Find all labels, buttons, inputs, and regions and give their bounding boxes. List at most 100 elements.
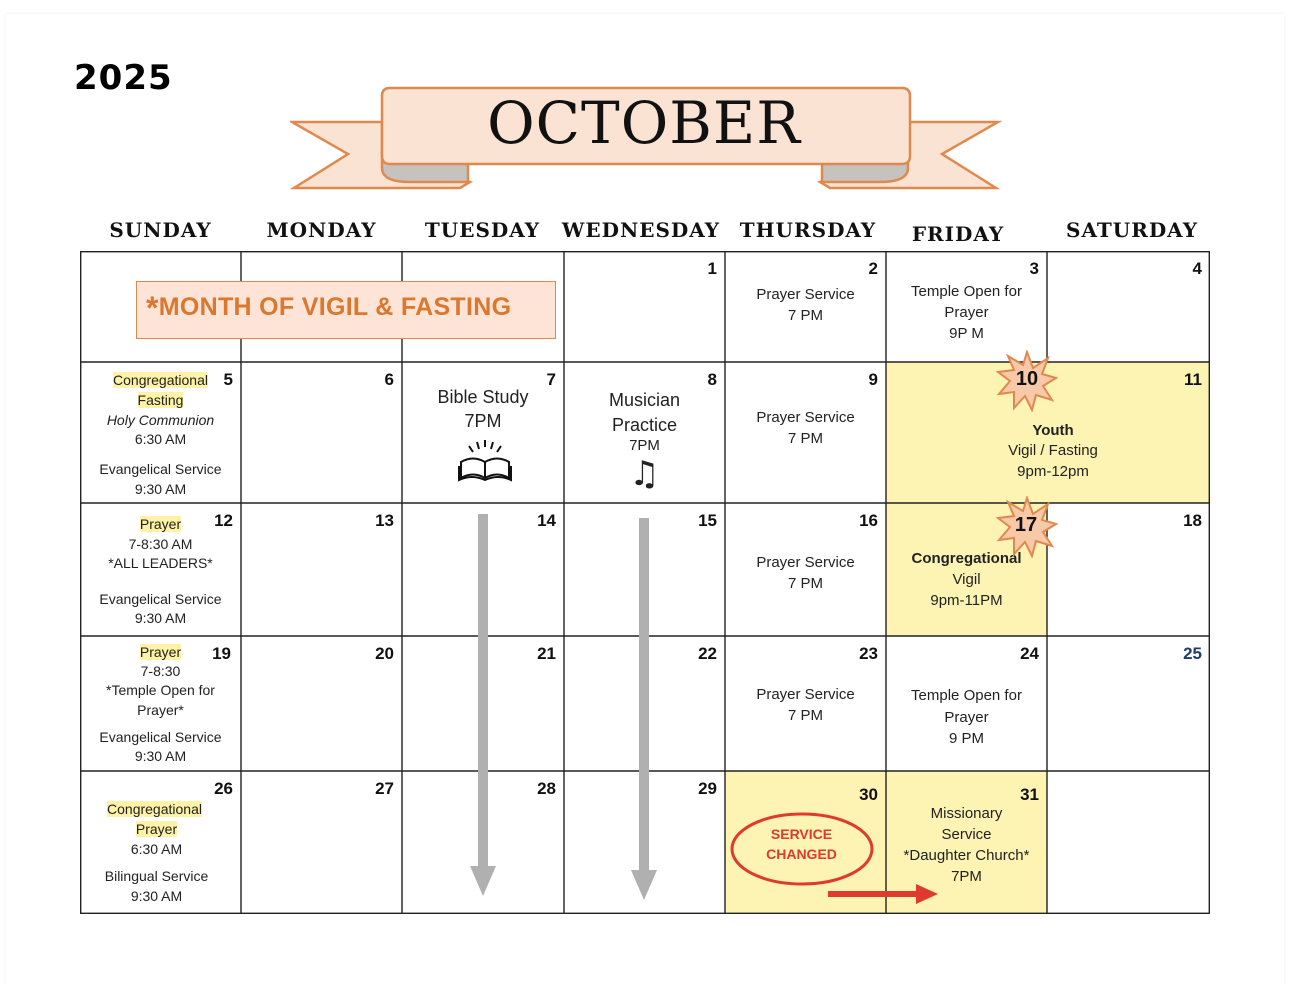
day-cell-5[interactable]: 5 Congregational Fasting Holy Communion … [80,362,241,503]
day-number: 8 [707,370,717,389]
event-line: Practice [611,415,678,435]
dow-saturday: SATURDAY [1066,218,1198,242]
event-line: Service [941,826,992,843]
day-cell-16[interactable]: 16 Prayer Service 7 PM [725,503,886,636]
day-number: 29 [698,779,717,798]
vigil-fasting-label: MONTH OF VIGIL & FASTING [158,293,512,321]
day-number: 18 [1183,511,1202,530]
event-line: Evangelical Service [99,729,222,745]
event-line: 9:30 AM [134,610,187,626]
event-line: Prayer [139,516,182,532]
event-line: 7 PM [787,707,823,724]
day-number: 14 [537,511,556,530]
event-line: 9:30 AM [134,748,187,764]
year-label: 2025 [74,58,173,98]
day-cell-12[interactable]: 12 Prayer 7-8:30 AM *ALL LEADERS* Evange… [80,503,241,636]
event-line: Evangelical Service [99,591,222,607]
day-cell-20[interactable]: 20 [241,636,402,771]
event-line: Evangelical Service [99,461,222,477]
event-line: 9:30 AM [134,481,187,497]
month-title: OCTOBER [487,89,801,157]
day-number: 20 [375,644,394,663]
day-cell-6[interactable]: 6 [241,362,402,503]
day-number: 28 [537,779,556,798]
arrow-down-icon [631,518,657,900]
day-number: 4 [1192,259,1202,278]
event-line: *ALL LEADERS* [108,555,213,571]
day-cell-2[interactable]: 2 Prayer Service 7 PM [725,251,886,362]
dow-wednesday: WEDNESDAY [561,218,721,242]
event-line: 7-8:30 [140,663,181,679]
stamp-text: SERVICE [770,826,833,842]
day-cell-24[interactable]: 24 Temple Open for Prayer 9 PM [886,636,1047,771]
event-line: Bible Study [437,387,529,407]
event-line: Vigil [952,571,981,588]
event-line: 9P M [949,325,984,342]
day-cell-19[interactable]: 19 Prayer 7-8:30 *Temple Open for Prayer… [80,636,241,771]
day-cell-13[interactable]: 13 [241,503,402,636]
day-number: 27 [375,779,394,798]
day-cell-7[interactable]: 7 Bible Study 7PM [402,362,564,503]
dow-monday: MONDAY [266,218,377,242]
day-cell-23[interactable]: 23 Prayer Service 7 PM [725,636,886,771]
event-line: Musician [608,390,681,410]
event-line: Holy Communion [106,412,215,428]
event-line: Prayer* [137,702,184,718]
dow-friday: FRIDAY [911,222,1005,246]
day-number: 24 [1020,644,1039,663]
dow-tuesday: TUESDAY [424,218,541,242]
day-number: 9 [868,370,878,389]
vigil-fasting-text: *MONTH OF VIGIL & FASTING [146,290,511,327]
day-number: 11 [1184,370,1202,389]
arrow-down-icon [470,514,496,896]
day-cell-3[interactable]: 3 Temple Open for Prayer 9P M [886,251,1047,362]
music-notes-icon: ♫ [629,454,660,494]
day-number: 3 [1029,259,1039,278]
day-number: 2 [868,259,878,278]
day-number: 25 [1183,644,1202,663]
event-line: 6:30 AM [134,431,187,447]
event-line: Prayer [944,709,989,726]
day-cell-9[interactable]: 9 Prayer Service 7 PM [725,362,886,503]
event-line: Prayer [135,821,178,837]
event-line: Temple Open for [911,687,1022,704]
day-cell-26[interactable]: 26 Congregational Prayer 6:30 AM Bilingu… [80,771,241,914]
day-number: 22 [698,644,717,663]
event-line: 9pm-12pm [1017,463,1089,480]
arrow-right-icon [828,884,938,904]
day-cell-1[interactable]: 1 [564,251,725,362]
day-number: 6 [384,370,394,389]
event-line: 7PM [464,411,502,431]
day-cell-25[interactable]: 25 [1047,636,1210,771]
event-line: 7PM [629,437,660,454]
event-line: 7-8:30 AM [128,536,193,552]
event-line: Bilingual Service [104,868,209,884]
asterisk: * [146,290,159,326]
day-number: 26 [214,779,233,798]
event-line: Temple Open for [911,283,1022,300]
day-cell-8[interactable]: 8 Musician Practice 7PM ♫ [564,362,725,503]
day-cell-empty [1047,771,1210,914]
event-line: Prayer [944,304,989,321]
event-line: Prayer Service [756,286,855,303]
event-line: Prayer Service [756,686,855,703]
event-line: 9 PM [948,730,984,747]
event-line: 6:30 AM [130,841,183,857]
day-cell-18[interactable]: 18 [1047,503,1210,636]
event-line: *Temple Open for [106,682,215,698]
day-number-17: 17 [1014,514,1038,536]
day-cell-27[interactable]: 27 [241,771,402,914]
day-number: 13 [375,511,394,530]
event-line: Congregational [107,801,202,817]
event-line: 7 PM [787,430,823,447]
event-line: Missionary [930,805,1003,822]
day-number: 30 [859,785,878,804]
event-line: Vigil / Fasting [1008,442,1098,459]
dow-thursday: THURSDAY [739,218,877,242]
event-line: 7 PM [787,307,823,324]
day-number-10: 10 [1015,368,1039,390]
event-line: Prayer Service [756,554,855,571]
event-line: Fasting [137,392,184,408]
day-cell-4[interactable]: 4 [1047,251,1210,362]
day-number: 31 [1020,785,1039,804]
